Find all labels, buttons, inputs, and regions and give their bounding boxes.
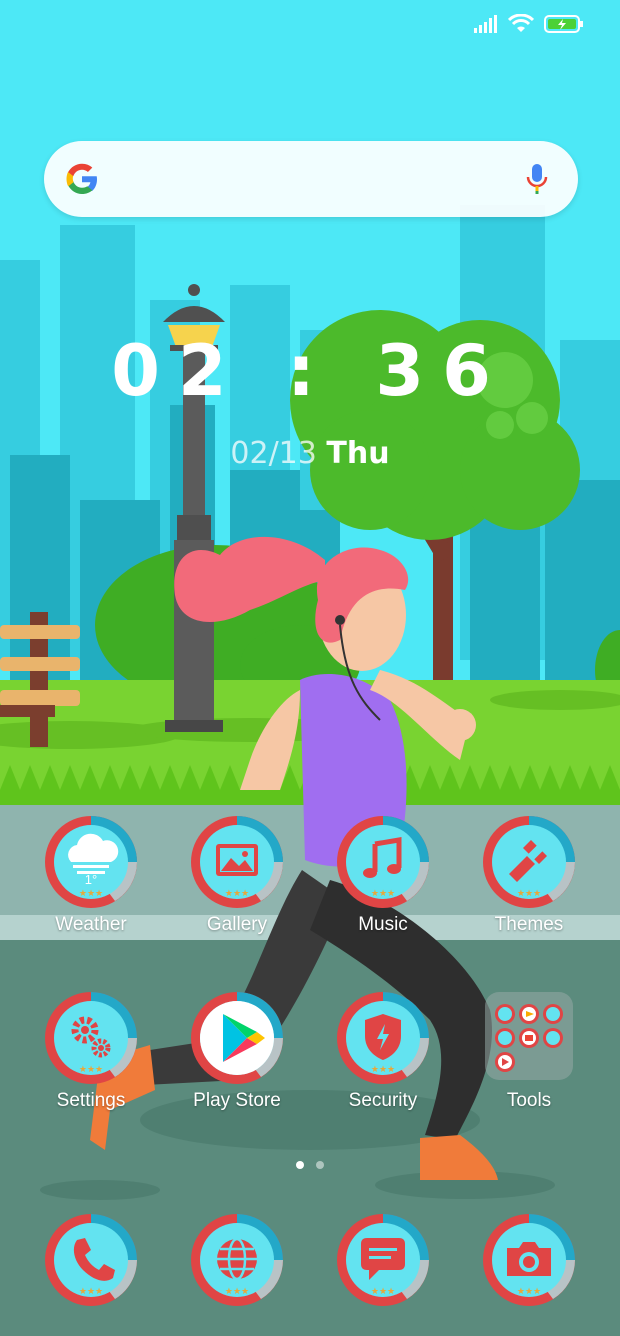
app-tools-folder[interactable]: Tools	[456, 992, 602, 1112]
app-label: Settings	[56, 1090, 126, 1111]
dock-phone[interactable]	[18, 1214, 164, 1306]
image-icon	[191, 816, 283, 908]
google-search-bar[interactable]	[44, 141, 578, 217]
app-label: Weather	[55, 914, 127, 935]
phone-icon	[45, 1214, 137, 1306]
google-g-icon	[66, 163, 97, 194]
globe-icon	[191, 1214, 283, 1306]
camera-icon	[483, 1214, 575, 1306]
app-label: Themes	[494, 914, 564, 935]
weather-temperature: 1°	[84, 872, 98, 887]
page-dot-active[interactable]	[296, 1161, 304, 1169]
gears-icon	[45, 992, 137, 1084]
page-indicator	[0, 1161, 620, 1169]
battery-charging-icon	[544, 15, 583, 33]
app-themes[interactable]: Themes	[456, 816, 602, 936]
shield-bolt-icon	[337, 992, 429, 1084]
microphone-icon[interactable]	[526, 163, 548, 195]
date-text: 02/13	[230, 436, 317, 471]
message-icon	[337, 1214, 429, 1306]
dock-messages[interactable]	[310, 1214, 456, 1306]
dock-camera[interactable]	[456, 1214, 602, 1306]
signal-bars-icon	[474, 15, 497, 33]
app-label: Music	[358, 914, 408, 935]
wifi-icon	[508, 14, 534, 32]
paintbrush-icon	[483, 816, 575, 908]
app-label: Security	[348, 1090, 418, 1111]
app-label: Tools	[506, 1090, 552, 1111]
weekday-text: Thu	[326, 436, 390, 471]
weather-cloud-icon: 1°	[45, 816, 137, 908]
music-note-icon	[337, 816, 429, 908]
play-store-icon	[191, 992, 283, 1084]
app-label: Gallery	[206, 914, 268, 935]
app-gallery[interactable]: Gallery	[164, 816, 310, 936]
app-settings[interactable]: Settings	[18, 992, 164, 1112]
dock-browser[interactable]	[164, 1214, 310, 1306]
page-dot[interactable]	[316, 1161, 324, 1169]
app-security[interactable]: Security	[310, 992, 456, 1112]
status-bar	[474, 14, 584, 34]
folder-icon	[483, 992, 575, 1084]
clock-time[interactable]: 02 : 36	[0, 330, 620, 412]
app-music[interactable]: Music	[310, 816, 456, 936]
app-play-store[interactable]: Play Store	[164, 992, 310, 1112]
app-weather[interactable]: 1° Weather	[18, 816, 164, 936]
app-label: Play Store	[193, 1090, 281, 1111]
clock-date[interactable]: 02/13 Thu	[0, 436, 620, 471]
search-input[interactable]	[120, 159, 504, 201]
